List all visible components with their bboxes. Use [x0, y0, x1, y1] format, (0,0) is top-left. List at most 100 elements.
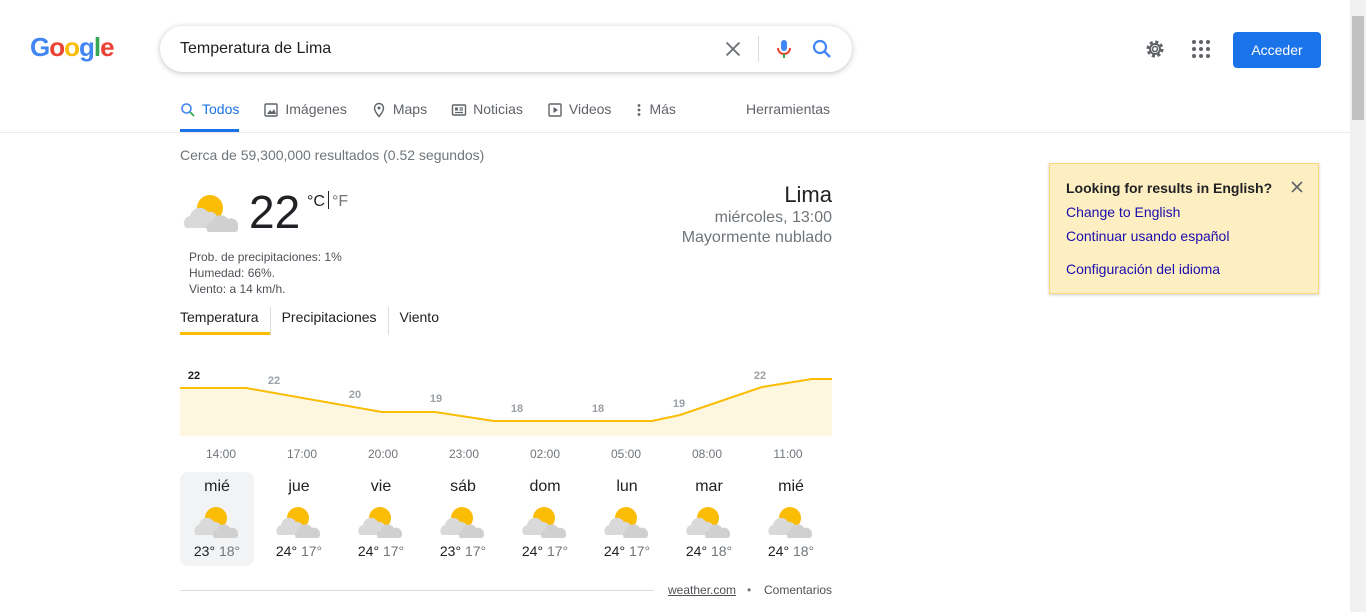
search-box — [160, 26, 852, 72]
day-low: 17° — [546, 543, 569, 559]
day-name: vie — [370, 478, 392, 495]
weather-condition: Mayormente nublado — [681, 229, 832, 246]
fahrenheit-toggle[interactable]: °F — [332, 193, 348, 210]
apps-grid-icon[interactable] — [1189, 37, 1213, 61]
partly-cloudy-icon — [522, 507, 567, 538]
continue-spanish-link[interactable]: Continuar usando español — [1066, 228, 1229, 244]
day-high: 23° — [193, 543, 216, 559]
day-high: 24° — [685, 543, 708, 559]
tab-label: Videos — [568, 101, 612, 117]
day-forecast[interactable]: sáb 23° 17° — [426, 472, 500, 566]
search-icon — [181, 103, 195, 117]
daily-forecast: mié 23° 18° jue 24° 17° vie 24° 17° sáb 23° 17°… — [180, 472, 832, 568]
hour-label: 20:00 — [367, 447, 399, 461]
chart-value-label: 22 — [268, 375, 280, 387]
day-high: 24° — [357, 543, 380, 559]
day-temps: 24° 17° — [508, 543, 582, 559]
unit-separator — [327, 191, 329, 209]
header-divider — [0, 132, 1350, 133]
search-icon[interactable] — [810, 37, 834, 61]
settings-gear-icon[interactable] — [1143, 37, 1167, 61]
day-forecast[interactable]: jue 24° 17° — [262, 472, 336, 566]
scrollbar-thumb[interactable] — [1352, 16, 1364, 120]
precipitation-text: Prob. de precipitaciones: 1% — [189, 250, 342, 264]
tab-label: Noticias — [473, 101, 523, 117]
weather-location: Lima miércoles, 13:00 Mayormente nublado — [682, 182, 832, 248]
day-temps: 23° 17° — [426, 543, 500, 559]
wind-text: Viento: a 14 km/h. — [189, 282, 286, 296]
day-forecast[interactable]: mié 23° 18° — [180, 472, 254, 566]
change-to-english-link[interactable]: Change to English — [1066, 204, 1180, 220]
tab-mas[interactable]: Más — [635, 96, 676, 132]
partly-cloudy-icon — [194, 507, 239, 538]
signin-button[interactable]: Acceder — [1233, 32, 1321, 68]
weather-details: Prob. de precipitaciones: 1% Humedad: 66… — [189, 249, 342, 297]
google-logo[interactable]: Google — [30, 32, 115, 63]
hour-label: 05:00 — [610, 447, 642, 461]
day-name: mié — [204, 478, 230, 495]
hour-labels: 14:00 17:00 20:00 23:00 02:00 05:00 08:0… — [180, 447, 832, 463]
hour-label: 08:00 — [691, 447, 723, 461]
hour-label: 14:00 — [205, 447, 237, 461]
partly-cloudy-icon — [440, 507, 485, 538]
partly-cloudy-icon — [276, 507, 321, 538]
temperature-chart: 22 22 20 19 18 18 19 22 — [180, 370, 832, 436]
day-temps: 24° 17° — [590, 543, 664, 559]
chart-value-label: 18 — [592, 403, 604, 415]
hour-label: 02:00 — [529, 447, 561, 461]
hour-label: 23:00 — [448, 447, 480, 461]
tools-button[interactable]: Herramientas — [746, 101, 830, 117]
day-temps: 23° 18° — [180, 543, 254, 559]
weather-tab-temperature[interactable]: Temperatura — [180, 307, 270, 335]
day-temps: 24° 18° — [754, 543, 828, 559]
day-low: 18° — [710, 543, 733, 559]
day-temps: 24° 17° — [344, 543, 418, 559]
tab-videos[interactable]: Videos — [547, 96, 612, 132]
day-high: 24° — [521, 543, 544, 559]
close-icon[interactable] — [1289, 179, 1305, 195]
day-name: lun — [616, 478, 638, 495]
chart-value-label: 18 — [511, 403, 523, 415]
weather-footer-divider — [180, 590, 654, 591]
celsius-toggle[interactable]: °C — [307, 193, 325, 210]
day-high: 24° — [767, 543, 790, 559]
search-tabs: Todos Imágenes Maps Noticias Videos Más — [180, 96, 700, 132]
tab-noticias[interactable]: Noticias — [451, 96, 523, 132]
day-high: 24° — [275, 543, 298, 559]
language-settings-link[interactable]: Configuración del idioma — [1066, 261, 1220, 277]
news-icon — [451, 104, 467, 116]
tab-label: Más — [649, 101, 676, 117]
day-low: 17° — [628, 543, 651, 559]
search-input[interactable] — [180, 38, 700, 60]
chart-value-label: 19 — [673, 398, 685, 410]
humidity-text: Humedad: 66%. — [189, 266, 276, 280]
weather-tab-wind[interactable]: Viento — [387, 307, 450, 335]
day-forecast[interactable]: vie 24° 17° — [344, 472, 418, 566]
partly-cloudy-icon — [604, 507, 649, 538]
tab-todos[interactable]: Todos — [180, 96, 240, 132]
chart-value-label: 19 — [430, 393, 442, 405]
day-forecast[interactable]: mar 24° 18° — [672, 472, 746, 566]
day-temps: 24° 17° — [262, 543, 336, 559]
day-forecast[interactable]: dom 24° 17° — [508, 472, 582, 566]
feedback-link[interactable]: Comentarios — [764, 583, 832, 597]
tab-maps[interactable]: Maps — [371, 96, 427, 132]
map-pin-icon — [373, 102, 385, 118]
day-low: 17° — [382, 543, 405, 559]
tab-label: Todos — [202, 101, 240, 117]
page-scrollbar[interactable] — [1350, 0, 1366, 612]
partly-cloudy-icon — [768, 507, 813, 538]
day-forecast[interactable]: lun 24° 17° — [590, 472, 664, 566]
day-forecast[interactable]: mié 24° 18° — [754, 472, 828, 566]
language-popup: Looking for results in English? Change t… — [1049, 163, 1319, 294]
clear-icon[interactable] — [722, 38, 744, 60]
weather-source-link[interactable]: weather.com — [668, 583, 736, 597]
results-count: Cerca de 59,300,000 resultados (0.52 seg… — [180, 147, 485, 163]
weather-tab-precipitation[interactable]: Precipitaciones — [269, 307, 388, 335]
tab-imagenes[interactable]: Imágenes — [263, 96, 347, 132]
day-name: dom — [529, 478, 561, 495]
partly-cloudy-icon — [358, 507, 403, 538]
chart-value-label: 20 — [349, 389, 361, 401]
microphone-icon[interactable] — [772, 37, 796, 61]
day-name: mié — [778, 478, 804, 495]
